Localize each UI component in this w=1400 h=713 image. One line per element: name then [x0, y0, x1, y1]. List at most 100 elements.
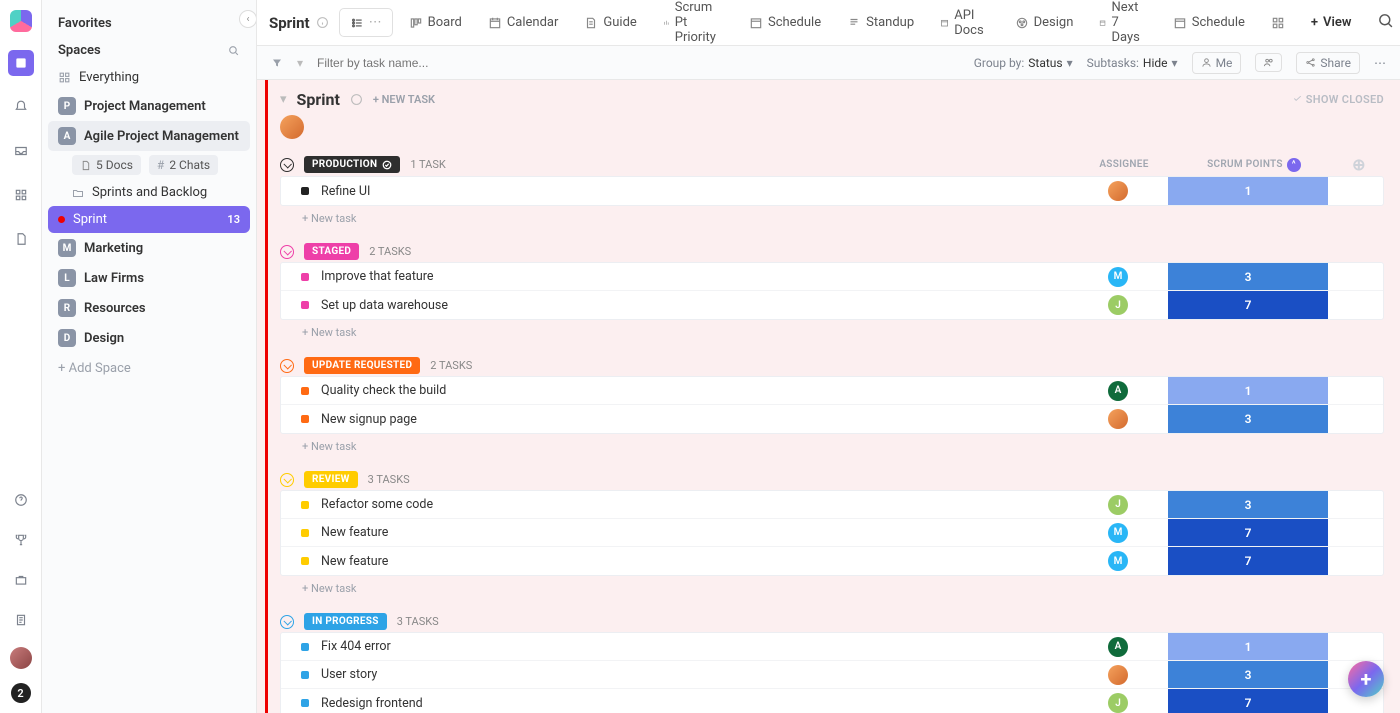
bell-icon[interactable] — [8, 94, 34, 120]
status-pill[interactable]: STAGED — [304, 243, 359, 260]
add-task-button[interactable]: + New task — [280, 206, 1384, 227]
view-tab-scrum-pt-priority[interactable]: Scrum Pt Priority — [653, 0, 733, 51]
workspace-badge[interactable]: 2 — [11, 683, 31, 703]
view-tab-dashboard[interactable] — [1261, 10, 1295, 36]
task-assignee[interactable]: M — [1068, 551, 1168, 571]
task-row[interactable]: Refine UI1 — [281, 177, 1383, 205]
view-tab-schedule[interactable]: Schedule — [1163, 9, 1255, 36]
add-view-button[interactable]: +View — [1301, 9, 1362, 36]
status-pill[interactable]: IN PROGRESS — [304, 613, 387, 630]
view-tab-api-docs[interactable]: API Docs — [930, 2, 998, 44]
task-assignee[interactable]: M — [1068, 523, 1168, 543]
home-icon[interactable] — [8, 50, 34, 76]
sidebar-everything[interactable]: Everything — [42, 64, 256, 91]
view-tab-next-7-days[interactable]: Next 7 Days — [1089, 0, 1156, 51]
add-task-button[interactable]: + New task — [280, 320, 1384, 341]
task-scrum-points[interactable]: 3 — [1168, 263, 1328, 290]
filter-icon[interactable] — [271, 57, 283, 69]
sidebar-space-design[interactable]: D Design — [42, 323, 256, 353]
task-row[interactable]: Improve that featureM3 — [281, 263, 1383, 291]
info-icon[interactable] — [350, 93, 363, 106]
search-icon[interactable] — [1373, 8, 1398, 37]
collapse-caret-icon[interactable]: ▾ — [280, 92, 287, 107]
sidebar-spaces-header[interactable]: Spaces — [42, 37, 256, 64]
task-scrum-points[interactable]: 1 — [1168, 177, 1328, 205]
sidebar-space-agile[interactable]: A Agile Project Management — [48, 121, 250, 151]
task-scrum-points[interactable]: 7 — [1168, 291, 1328, 319]
status-pill[interactable]: REVIEW — [304, 471, 358, 488]
status-pill[interactable]: PRODUCTION — [304, 156, 400, 173]
me-filter-button[interactable]: Me — [1192, 52, 1242, 74]
new-task-button[interactable]: + NEW TASK — [373, 93, 435, 106]
task-assignee[interactable] — [1068, 665, 1168, 685]
add-task-button[interactable]: + New task — [280, 576, 1384, 597]
info-icon[interactable] — [316, 16, 329, 29]
task-assignee[interactable] — [1068, 181, 1168, 201]
task-row[interactable]: Set up data warehouseJ7 — [281, 291, 1383, 319]
status-pill[interactable]: UPDATE REQUESTED — [304, 357, 420, 374]
task-scrum-points[interactable]: 3 — [1168, 661, 1328, 688]
task-scrum-points[interactable]: 7 — [1168, 547, 1328, 575]
task-row[interactable]: Refactor some codeJ3 — [281, 491, 1383, 519]
task-row[interactable]: Quality check the buildA1 — [281, 377, 1383, 405]
task-assignee[interactable]: A — [1068, 381, 1168, 401]
task-scrum-points[interactable]: 7 — [1168, 689, 1328, 713]
view-tab-board[interactable]: Board — [399, 9, 472, 36]
notepad-icon[interactable] — [8, 607, 34, 633]
task-scrum-points[interactable]: 1 — [1168, 633, 1328, 660]
sidebar-space-resources[interactable]: R Resources — [42, 293, 256, 323]
sidebar-space-marketing[interactable]: M Marketing — [42, 233, 256, 263]
task-row[interactable]: New featureM7 — [281, 519, 1383, 547]
task-assignee[interactable]: J — [1068, 295, 1168, 315]
sidebar-sprints-backlog[interactable]: Sprints and Backlog — [42, 179, 256, 206]
inbox-icon[interactable] — [8, 138, 34, 164]
chats-pill[interactable]: #2 Chats — [149, 155, 218, 175]
task-scrum-points[interactable]: 1 — [1168, 377, 1328, 404]
view-tab-list[interactable]: ⋯ — [339, 8, 393, 37]
task-row[interactable]: New signup page3 — [281, 405, 1383, 433]
show-closed-button[interactable]: SHOW CLOSED — [1292, 93, 1384, 106]
group-collapse-icon[interactable] — [280, 473, 294, 487]
add-task-button[interactable]: + New task — [280, 434, 1384, 455]
add-column-button[interactable]: ⊕ — [1334, 155, 1384, 174]
sidebar-space-project-management[interactable]: P Project Management — [42, 91, 256, 121]
create-task-fab[interactable]: + — [1348, 661, 1384, 697]
assignees-button[interactable] — [1255, 53, 1282, 72]
group-collapse-icon[interactable] — [280, 359, 294, 373]
task-assignee[interactable]: A — [1068, 637, 1168, 657]
group-collapse-icon[interactable] — [280, 158, 294, 172]
sidebar-sprint-selected[interactable]: Sprint 13 — [48, 206, 250, 233]
subtasks-dropdown[interactable]: Subtasks: Hide ▾ — [1087, 56, 1178, 70]
help-icon[interactable] — [8, 487, 34, 513]
trophy-icon[interactable] — [8, 527, 34, 553]
task-scrum-points[interactable]: 3 — [1168, 405, 1328, 433]
sprint-owner-avatar[interactable] — [280, 115, 304, 139]
view-tab-design[interactable]: Design — [1005, 9, 1084, 36]
group-collapse-icon[interactable] — [280, 615, 294, 629]
sidebar-favorites-header[interactable]: Favorites — [42, 10, 256, 37]
task-scrum-points[interactable]: 7 — [1168, 519, 1328, 546]
task-assignee[interactable] — [1068, 409, 1168, 429]
docs-pill[interactable]: 5 Docs — [72, 155, 141, 175]
app-logo[interactable] — [10, 10, 32, 32]
doc-icon[interactable] — [8, 226, 34, 252]
sidebar-collapse-icon[interactable]: ‹ — [239, 10, 257, 28]
sidebar-space-lawfirms[interactable]: L Law Firms — [42, 263, 256, 293]
task-assignee[interactable]: M — [1068, 267, 1168, 287]
search-icon[interactable] — [227, 44, 240, 57]
more-icon[interactable]: ⋯ — [369, 15, 382, 30]
briefcase-icon[interactable] — [8, 567, 34, 593]
task-row[interactable]: Fix 404 errorA1 — [281, 633, 1383, 661]
task-assignee[interactable]: J — [1068, 693, 1168, 713]
grid-icon[interactable] — [8, 182, 34, 208]
task-assignee[interactable]: J — [1068, 495, 1168, 515]
task-row[interactable]: User story3 — [281, 661, 1383, 689]
task-row[interactable]: New featureM7 — [281, 547, 1383, 575]
add-space-button[interactable]: + Add Space — [42, 353, 256, 384]
share-button[interactable]: Share — [1296, 52, 1360, 74]
task-row[interactable]: Redesign frontendJ7 — [281, 689, 1383, 713]
view-tab-calendar[interactable]: Calendar — [478, 9, 569, 36]
user-avatar[interactable] — [10, 647, 32, 669]
view-tab-schedule[interactable]: Schedule — [739, 9, 831, 36]
group-collapse-icon[interactable] — [280, 245, 294, 259]
